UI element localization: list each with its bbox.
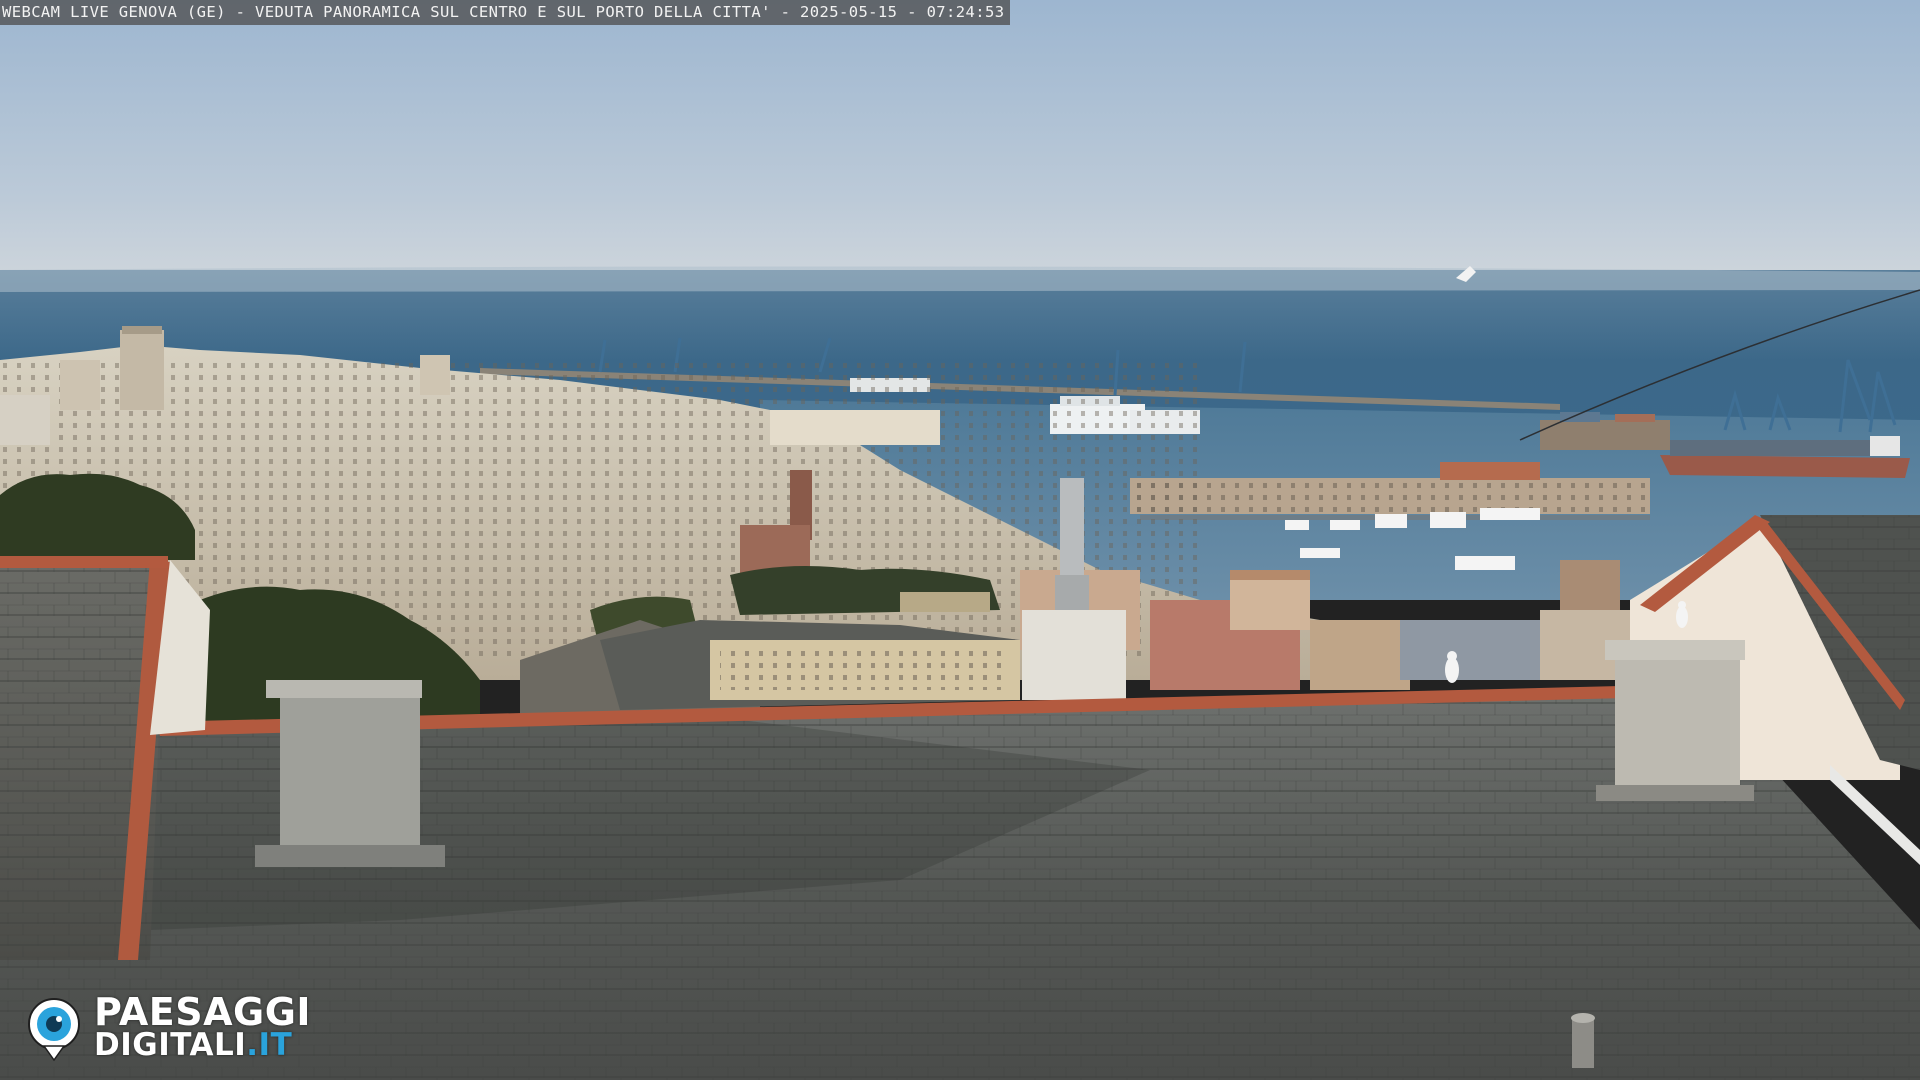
webcam-frame: WEBCAM LIVE GENOVA (GE) - VEDUTA PANORAM…: [0, 0, 1920, 1080]
brand-line-2: DIGITALI.IT: [94, 1028, 292, 1062]
seagull-on-ridge: [1445, 651, 1459, 683]
horizon-haze: [0, 266, 1920, 292]
caption-description: VEDUTA PANORAMICA SUL CENTRO E SUL PORTO…: [255, 3, 771, 21]
brand-line-1: PAESAGGI: [94, 990, 312, 1034]
genoa-harbor-panorama: [0, 0, 1920, 1080]
sky: [0, 0, 1920, 285]
roof-vent: [1571, 1013, 1595, 1068]
caption-separator-3: -: [897, 3, 927, 21]
caption-location: WEBCAM LIVE GENOVA (GE): [2, 3, 226, 21]
caption-separator-1: -: [225, 3, 256, 21]
chimney-left: [255, 680, 445, 867]
caption-date: 2025-05-15: [800, 3, 898, 21]
paesaggi-digitali-logo: PAESAGGI DIGITALI.IT: [26, 990, 346, 1066]
brand-tld: .IT: [246, 1027, 293, 1063]
webcam-eye-icon: [28, 998, 80, 1062]
caption-separator-2: -: [770, 3, 801, 21]
caption-time: 07:24:53: [926, 3, 1005, 21]
webcam-caption: WEBCAM LIVE GENOVA (GE) - VEDUTA PANORAM…: [0, 0, 1011, 25]
brand-name-2: DIGITALI: [94, 1027, 247, 1063]
left-roof-top-edge: [0, 556, 168, 568]
chimney-right: [1596, 640, 1754, 801]
